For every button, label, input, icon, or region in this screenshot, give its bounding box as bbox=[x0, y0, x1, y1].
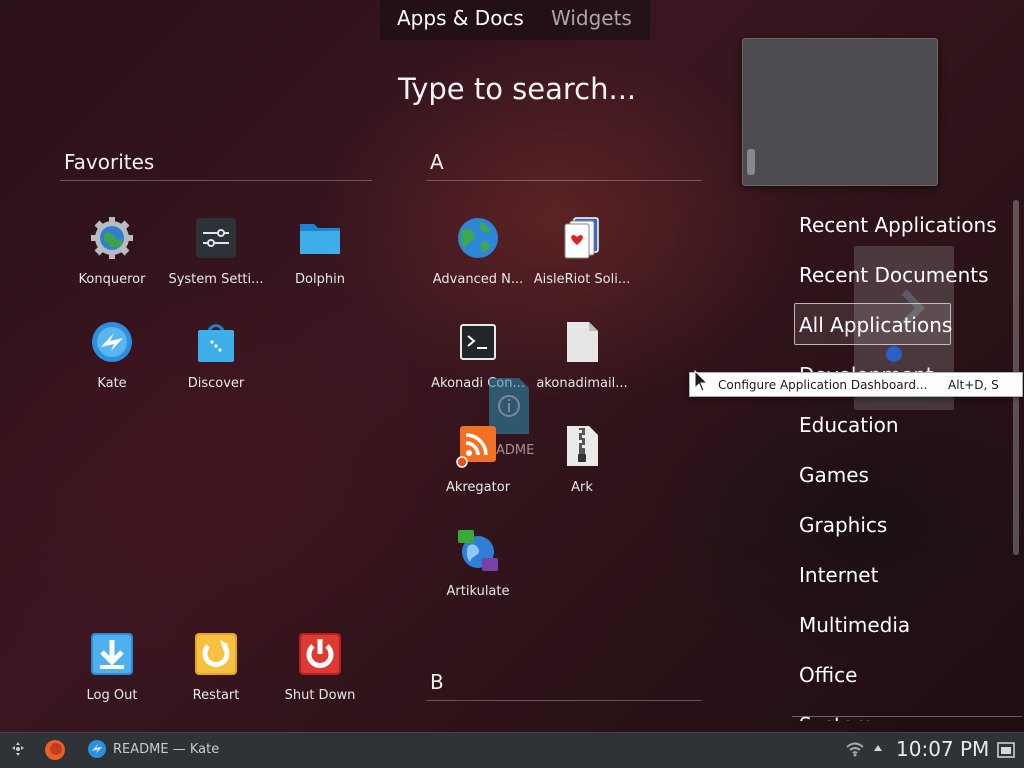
shut-down-icon bbox=[299, 633, 341, 675]
drag-dot bbox=[886, 346, 902, 362]
session-label: Log Out bbox=[86, 688, 138, 703]
taskbar-clock[interactable]: 10:07 PM bbox=[896, 737, 989, 761]
apps-divider-a bbox=[426, 180, 702, 181]
kate-icon bbox=[92, 322, 132, 362]
tray-expand-icon[interactable] bbox=[873, 744, 883, 752]
apps-section-a: A bbox=[430, 150, 444, 174]
favorite-label: Kate bbox=[97, 376, 127, 391]
favorite-label: System Setti... bbox=[168, 272, 264, 287]
app-label: Ark bbox=[571, 480, 593, 495]
taskbar-window-title[interactable]: README — Kate bbox=[113, 742, 219, 757]
apps-section-b: B bbox=[430, 670, 444, 694]
category-recent-documents[interactable]: Recent Documents bbox=[799, 263, 989, 287]
category-system[interactable]: System bbox=[799, 713, 874, 721]
app-label: AisleRiot Soli... bbox=[533, 272, 631, 287]
rss-icon bbox=[456, 426, 496, 468]
favorite-kate[interactable]: Kate bbox=[60, 312, 164, 412]
app-advanced-network[interactable]: Advanced N... bbox=[426, 208, 530, 308]
show-desktop-icon[interactable] bbox=[996, 740, 1016, 760]
konqueror-icon bbox=[91, 217, 133, 259]
configure-dashboard-item[interactable]: Configure Application Dashboard... bbox=[718, 378, 927, 392]
app-label: akonadimail... bbox=[536, 376, 628, 391]
file-icon bbox=[567, 322, 598, 362]
favorite-discover[interactable]: Discover bbox=[164, 312, 268, 412]
category-internet[interactable]: Internet bbox=[799, 563, 878, 587]
globe-icon bbox=[458, 218, 498, 258]
category-all-applications[interactable]: All Applications bbox=[799, 313, 952, 337]
favorites-divider bbox=[60, 180, 372, 181]
app-label: Akregator bbox=[445, 480, 511, 495]
log-out-button[interactable]: Log Out bbox=[60, 624, 164, 724]
app-label: Artikulate bbox=[446, 584, 510, 599]
app-launcher-icon[interactable] bbox=[9, 740, 27, 758]
preview-handle[interactable] bbox=[747, 149, 755, 175]
favorites-heading: Favorites bbox=[64, 150, 155, 174]
favorite-label: Konqueror bbox=[78, 272, 146, 287]
dolphin-folder-icon bbox=[300, 224, 340, 254]
app-aisleriot[interactable]: AisleRiot Soli... bbox=[530, 208, 634, 308]
search-field[interactable]: Type to search... bbox=[398, 72, 636, 106]
session-label: Restart bbox=[192, 688, 240, 703]
favorite-label: Discover bbox=[187, 376, 245, 391]
category-office[interactable]: Office bbox=[799, 663, 857, 687]
terminal-icon bbox=[460, 324, 496, 360]
category-recent-applications[interactable]: Recent Applications bbox=[799, 213, 997, 237]
favorite-label: Dolphin bbox=[295, 272, 345, 287]
app-artikulate[interactable]: Artikulate bbox=[426, 520, 530, 620]
restart-icon bbox=[195, 633, 237, 675]
app-akonadimail[interactable]: akonadimail... bbox=[530, 312, 634, 412]
category-education[interactable]: Education bbox=[799, 413, 899, 437]
artikulate-icon bbox=[458, 530, 498, 571]
tab-widgets[interactable]: Widgets bbox=[551, 6, 632, 30]
shut-down-button[interactable]: Shut Down bbox=[268, 624, 372, 724]
favorite-konqueror[interactable]: Konqueror bbox=[60, 208, 164, 308]
category-graphics[interactable]: Graphics bbox=[799, 513, 887, 537]
tab-apps-docs[interactable]: Apps & Docs bbox=[397, 6, 524, 30]
context-menu[interactable]: Configure Application Dashboard... Alt+D… bbox=[689, 372, 1023, 397]
firefox-icon[interactable] bbox=[44, 739, 66, 761]
mouse-cursor-icon bbox=[694, 370, 708, 392]
category-list-edge bbox=[792, 716, 1022, 717]
kate-taskbar-icon bbox=[88, 740, 106, 758]
discover-icon bbox=[198, 324, 234, 362]
apps-divider-b bbox=[426, 700, 702, 701]
archive-icon bbox=[567, 426, 598, 466]
app-label: Advanced N... bbox=[432, 272, 524, 287]
configure-dashboard-shortcut: Alt+D, S bbox=[948, 378, 999, 392]
favorite-system-settings[interactable]: System Setti... bbox=[164, 208, 268, 308]
network-icon[interactable] bbox=[845, 740, 865, 758]
preview-panel bbox=[742, 38, 938, 186]
favorite-dolphin[interactable]: Dolphin bbox=[268, 208, 372, 308]
category-games[interactable]: Games bbox=[799, 463, 869, 487]
category-multimedia[interactable]: Multimedia bbox=[799, 613, 910, 637]
restart-button[interactable]: Restart bbox=[164, 624, 268, 724]
cards-icon bbox=[564, 217, 599, 259]
app-ark[interactable]: Ark bbox=[530, 416, 634, 516]
session-label: Shut Down bbox=[284, 688, 356, 703]
system-settings-icon bbox=[196, 218, 236, 258]
log-out-icon bbox=[91, 633, 133, 675]
app-akregator[interactable]: Akregator bbox=[426, 416, 530, 516]
